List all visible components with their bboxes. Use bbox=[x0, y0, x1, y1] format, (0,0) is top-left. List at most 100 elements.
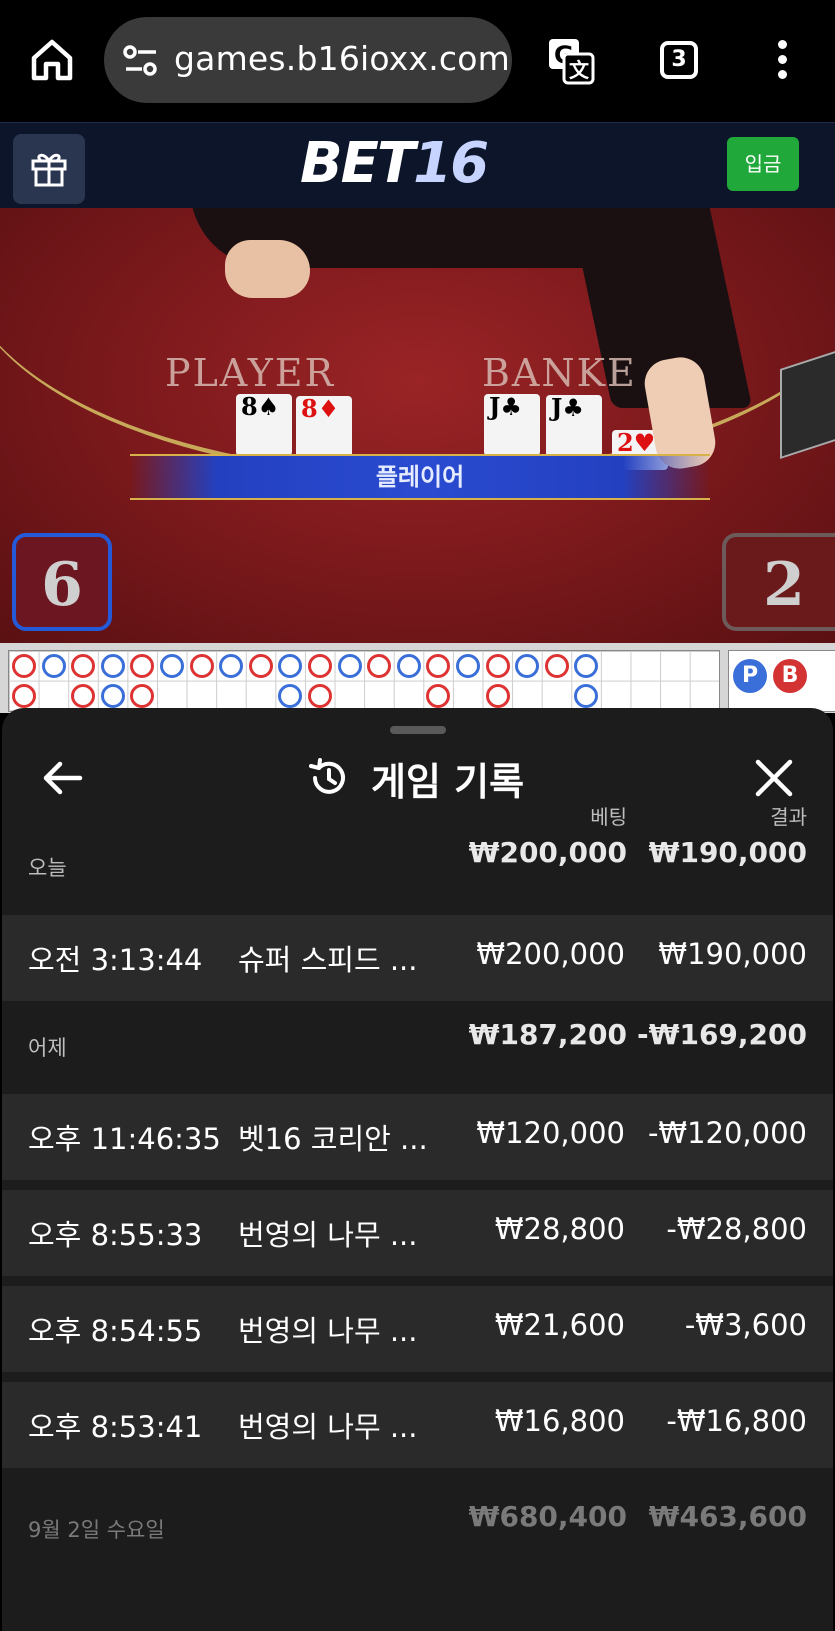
bead-player bbox=[396, 654, 421, 678]
group-label: 오늘 bbox=[28, 856, 67, 880]
bead-banker bbox=[248, 654, 273, 678]
group-label: 9월 2일 수요일 bbox=[28, 1518, 165, 1542]
group-bet-total: ₩680,400 bbox=[468, 1500, 627, 1533]
player-card-2: 8♦ bbox=[296, 396, 352, 458]
player-area-label: PLAYER bbox=[165, 351, 336, 395]
bead-banker bbox=[189, 654, 214, 678]
gift-icon[interactable] bbox=[13, 134, 85, 204]
bead-banker bbox=[130, 654, 155, 678]
sheet-title-text: 게임 기록 bbox=[371, 759, 525, 804]
group-result-total: -₩169,200 bbox=[636, 1018, 807, 1051]
bead-player bbox=[574, 683, 599, 708]
banker-predict-button[interactable]: B bbox=[773, 659, 807, 693]
row-bet: ₩21,600 bbox=[494, 1308, 625, 1342]
row-bet: ₩16,800 bbox=[494, 1404, 625, 1438]
svg-text:文: 文 bbox=[569, 58, 590, 82]
banker-card-1: J♣ bbox=[484, 394, 540, 456]
winner-banner: 플레이어 bbox=[130, 454, 710, 500]
bead-banker bbox=[308, 683, 332, 708]
history-icon bbox=[309, 758, 345, 794]
bead-banker bbox=[367, 654, 392, 678]
bead-banker bbox=[71, 683, 96, 708]
column-header-bet: 베팅 bbox=[590, 805, 627, 829]
deposit-button[interactable]: 입금 bbox=[727, 137, 799, 191]
row-time: 오후 8:54:55 bbox=[28, 1314, 203, 1348]
game-history-sheet: 게임 기록 베팅 결과 오늘 ₩200,000 ₩190,000 오전 3:13… bbox=[2, 708, 833, 1631]
bead-banker bbox=[485, 683, 510, 708]
browser-toolbar: games.b16ioxx.com/l G文 3 bbox=[0, 0, 835, 122]
bead-banker bbox=[426, 683, 451, 708]
row-result: -₩16,800 bbox=[666, 1404, 807, 1438]
home-icon[interactable] bbox=[28, 36, 76, 84]
drag-handle[interactable] bbox=[390, 726, 446, 734]
bead-player bbox=[278, 654, 303, 678]
group-header-yesterday: 어제 ₩187,200 -₩169,200 bbox=[2, 1006, 833, 1060]
history-row[interactable]: 오후 8:53:41 번영의 나무 ... ₩16,800 -₩16,800 bbox=[2, 1382, 833, 1468]
roadmap[interactable]: P B bbox=[0, 643, 835, 713]
translate-icon[interactable]: G文 bbox=[546, 36, 596, 86]
player-predict-button[interactable]: P bbox=[733, 659, 767, 693]
logo-number: 16 bbox=[413, 131, 489, 196]
bead-road bbox=[8, 650, 720, 712]
bead-player bbox=[278, 683, 303, 708]
row-result: -₩120,000 bbox=[647, 1116, 807, 1150]
bead-banker bbox=[485, 654, 510, 678]
row-game: 슈퍼 스피드 ... bbox=[238, 943, 418, 977]
column-header-result: 결과 bbox=[770, 805, 807, 829]
bead-banker bbox=[308, 654, 332, 678]
bead-player bbox=[337, 654, 362, 678]
tab-switcher-button[interactable]: 3 bbox=[660, 41, 698, 79]
group-bet-total: ₩187,200 bbox=[468, 1018, 627, 1051]
bead-player bbox=[456, 654, 480, 678]
close-icon[interactable] bbox=[754, 758, 794, 798]
history-row[interactable]: 오후 8:55:33 번영의 나무 ... ₩28,800 -₩28,800 bbox=[2, 1190, 833, 1276]
player-score: 6 bbox=[12, 533, 112, 631]
bead-player bbox=[41, 654, 66, 678]
bead-banker bbox=[12, 654, 36, 678]
bead-player bbox=[100, 683, 125, 708]
history-row[interactable]: 오후 8:54:55 번영의 나무 ... ₩21,600 -₩3,600 bbox=[2, 1286, 833, 1372]
history-row[interactable]: 오후 11:46:35 벳16 코리안 ... ₩120,000 -₩120,0… bbox=[2, 1094, 833, 1180]
row-time: 오후 11:46:35 bbox=[28, 1122, 221, 1156]
group-header-today: 오늘 ₩200,000 ₩190,000 bbox=[2, 828, 833, 880]
winner-text: 플레이어 bbox=[375, 463, 465, 491]
back-arrow-icon[interactable] bbox=[40, 756, 84, 800]
bead-banker bbox=[71, 654, 96, 678]
bead-banker bbox=[426, 654, 451, 678]
banker-card-2: J♣ bbox=[546, 395, 602, 457]
live-game-video[interactable]: PLAYER BANKE 8♠ 8♦ J♣ J♣ 2♥ 플레이어 6 2 bbox=[0, 208, 835, 643]
row-game: 벳16 코리안 ... bbox=[238, 1122, 428, 1156]
row-time: 오후 8:53:41 bbox=[28, 1410, 203, 1444]
address-bar[interactable]: games.b16ioxx.com/l bbox=[104, 17, 512, 103]
bead-banker bbox=[130, 683, 155, 708]
banker-score: 2 bbox=[722, 533, 835, 631]
predict-panel: P B bbox=[728, 650, 835, 712]
bead-player bbox=[574, 654, 599, 678]
history-row[interactable]: 오전 3:13:44 슈퍼 스피드 ... ₩200,000 ₩190,000 bbox=[2, 915, 833, 1001]
group-bet-total: ₩200,000 bbox=[468, 836, 627, 869]
group-result-total: ₩463,600 bbox=[648, 1500, 807, 1533]
row-game: 번영의 나무 ... bbox=[238, 1314, 418, 1348]
bead-player bbox=[160, 654, 184, 678]
site-settings-icon[interactable] bbox=[122, 43, 160, 79]
more-menu-icon[interactable] bbox=[776, 40, 788, 80]
banker-area-label: BANKE bbox=[482, 351, 637, 395]
bead-player bbox=[515, 654, 540, 678]
row-bet: ₩200,000 bbox=[476, 937, 625, 971]
row-result: -₩3,600 bbox=[684, 1308, 807, 1342]
row-result: ₩190,000 bbox=[658, 937, 807, 971]
row-time: 오전 3:13:44 bbox=[28, 943, 203, 977]
site-header: BET16 입금 bbox=[0, 122, 835, 208]
url-text: games.b16ioxx.com/l bbox=[174, 39, 512, 78]
group-result-total: ₩190,000 bbox=[648, 836, 807, 869]
bead-player bbox=[219, 654, 244, 678]
logo-text: BET bbox=[300, 131, 415, 196]
row-bet: ₩28,800 bbox=[494, 1212, 625, 1246]
row-bet: ₩120,000 bbox=[476, 1116, 625, 1150]
row-time: 오후 8:55:33 bbox=[28, 1218, 203, 1252]
dealer-hand-left bbox=[225, 240, 310, 298]
sheet-title: 게임 기록 bbox=[307, 752, 524, 804]
row-game: 번영의 나무 ... bbox=[238, 1218, 418, 1252]
row-result: -₩28,800 bbox=[666, 1212, 807, 1246]
site-logo[interactable]: BET16 bbox=[300, 131, 489, 196]
